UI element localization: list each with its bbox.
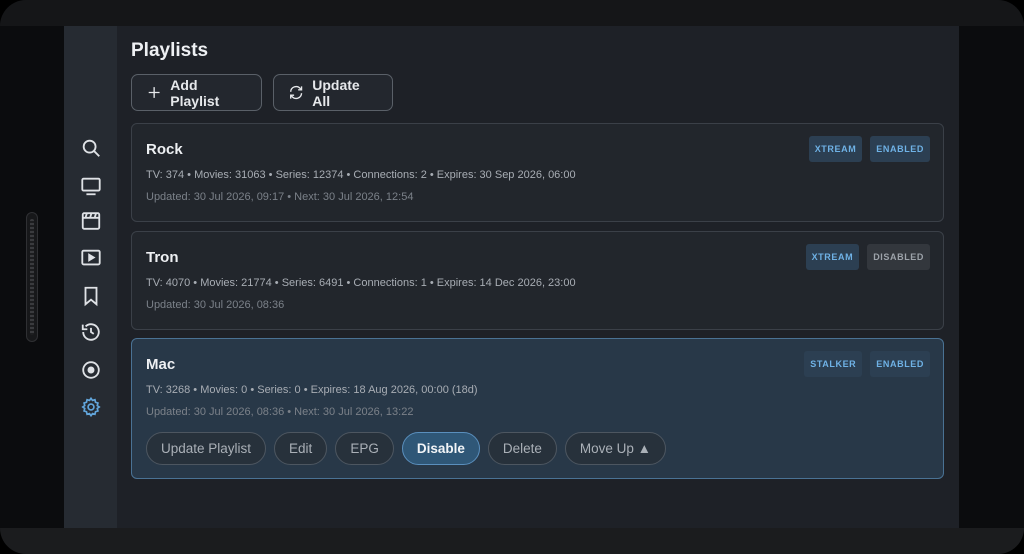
playlist-status-badge: ENABLED [870, 136, 930, 162]
film-icon[interactable] [78, 208, 104, 234]
playlist-updated: Updated: 30 Jul 2026, 08:36 • Next: 30 J… [146, 406, 414, 418]
plus-icon [148, 87, 160, 98]
sidebar [64, 26, 117, 528]
playlist-card-mac[interactable]: Mac STALKER ENABLED TV: 3268 • Movies: 0… [131, 338, 944, 479]
tv-icon[interactable] [78, 173, 104, 199]
epg-button[interactable]: EPG [335, 432, 394, 465]
add-playlist-button[interactable]: Add Playlist [131, 74, 262, 111]
move-up-button[interactable]: Move Up ▲ [564, 432, 667, 465]
playlist-type-badge: XTREAM [805, 244, 860, 270]
playlist-card-rock[interactable]: Rock XTREAM ENABLED TV: 374 • Movies: 31… [131, 123, 944, 222]
device-bezel-bottom [0, 528, 1024, 554]
playlist-details: TV: 4070 • Movies: 21774 • Series: 6491 … [146, 277, 576, 289]
page-title: Playlists [131, 40, 209, 61]
device-frame: Playlists Add Playlist Update All Rock X… [0, 0, 1024, 554]
playlist-details: TV: 3268 • Movies: 0 • Series: 0 • Expir… [146, 384, 478, 396]
play-box-icon[interactable] [78, 245, 104, 271]
gear-icon[interactable] [78, 394, 104, 420]
playlist-details: TV: 374 • Movies: 31063 • Series: 12374 … [146, 169, 576, 181]
playlist-name: Mac [146, 356, 176, 373]
playlist-status-badge: ENABLED [870, 351, 930, 377]
edit-button[interactable]: Edit [274, 432, 328, 465]
disable-button[interactable]: Disable [401, 432, 480, 465]
playlist-status-badge: DISABLED [867, 244, 930, 270]
playlist-type-badge: XTREAM [808, 136, 863, 162]
playlist-card-tron[interactable]: Tron XTREAM DISABLED TV: 4070 • Movies: … [131, 231, 944, 330]
app-screen: Playlists Add Playlist Update All Rock X… [64, 26, 959, 528]
playlist-updated: Updated: 30 Jul 2026, 08:36 [146, 299, 285, 311]
playlist-name: Rock [146, 141, 183, 158]
add-playlist-label: Add Playlist [170, 76, 220, 109]
history-icon[interactable] [78, 319, 104, 345]
playlist-actions: Update Playlist Edit EPG Disable Delete … [146, 432, 667, 465]
delete-button[interactable]: Delete [487, 432, 557, 465]
record-icon[interactable] [78, 357, 104, 383]
refresh-icon [290, 85, 303, 100]
update-playlist-button[interactable]: Update Playlist [146, 432, 267, 465]
playlist-type-badge: STALKER [804, 351, 863, 377]
device-side-button [26, 212, 38, 342]
device-bezel-top [0, 0, 1024, 26]
bookmark-icon[interactable] [78, 283, 104, 309]
update-all-label: Update All [312, 76, 360, 109]
search-icon[interactable] [78, 135, 104, 161]
playlist-name: Tron [146, 249, 179, 266]
playlist-updated: Updated: 30 Jul 2026, 09:17 • Next: 30 J… [146, 191, 414, 203]
update-all-button[interactable]: Update All [273, 74, 393, 111]
